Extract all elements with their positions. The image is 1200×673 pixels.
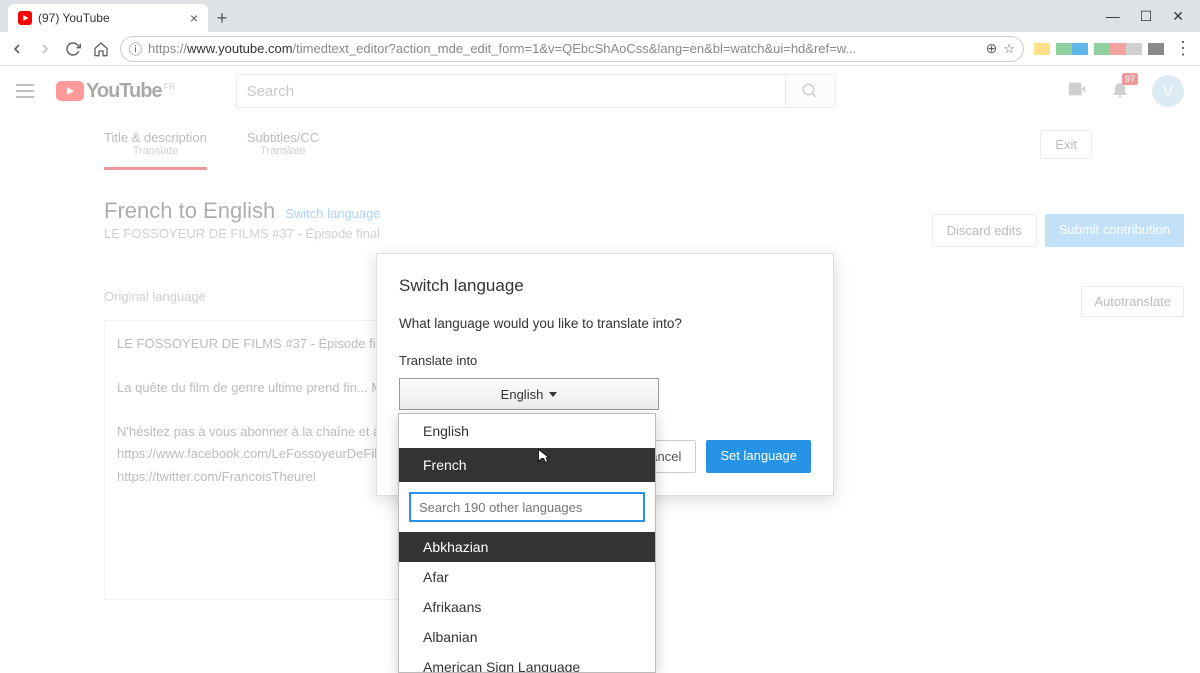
bookmark-star-icon[interactable]: ☆: [1003, 41, 1015, 57]
url-text: https://www.youtube.com/timedtext_editor…: [148, 41, 980, 56]
browser-tab[interactable]: (97) YouTube ×: [8, 4, 208, 32]
browser-tab-bar: (97) YouTube × + — ☐ ✕: [0, 0, 1200, 32]
tab-title: (97) YouTube: [38, 11, 184, 25]
caret-down-icon: [549, 392, 557, 397]
modal-title: Switch language: [399, 276, 811, 296]
minimize-icon[interactable]: —: [1106, 8, 1120, 24]
language-option[interactable]: American Sign Language: [399, 652, 655, 672]
language-list[interactable]: Abkhazian Afar Afrikaans Albanian Americ…: [399, 532, 655, 672]
translate-into-label: Translate into: [399, 353, 811, 368]
browser-menu-icon[interactable]: ⋮: [1174, 38, 1192, 59]
modal-prompt: What language would you like to translat…: [399, 316, 811, 331]
language-option-french[interactable]: French: [399, 448, 655, 482]
browser-toolbar: ⓘ https://www.youtube.com/timedtext_edit…: [0, 32, 1200, 66]
set-language-button[interactable]: Set language: [706, 440, 811, 473]
language-option-english[interactable]: English: [399, 414, 655, 448]
close-window-icon[interactable]: ✕: [1172, 8, 1184, 25]
extension-icons[interactable]: [1034, 43, 1164, 55]
back-icon[interactable]: [8, 40, 26, 58]
new-tab-button[interactable]: +: [208, 4, 236, 32]
language-search-input[interactable]: [409, 492, 645, 522]
site-info-icon[interactable]: ⓘ: [129, 39, 142, 58]
youtube-favicon-icon: [18, 11, 32, 25]
zoom-icon[interactable]: ⊕: [986, 40, 998, 57]
home-icon[interactable]: [92, 40, 110, 58]
address-bar[interactable]: ⓘ https://www.youtube.com/timedtext_edit…: [120, 36, 1024, 62]
forward-icon[interactable]: [36, 40, 54, 58]
maximize-icon[interactable]: ☐: [1140, 8, 1153, 25]
language-option[interactable]: Afrikaans: [399, 592, 655, 622]
reload-icon[interactable]: [64, 40, 82, 58]
language-option[interactable]: Afar: [399, 562, 655, 592]
window-controls: — ☐ ✕: [1090, 0, 1200, 32]
language-dropdown-panel: English French Abkhazian Afar Afrikaans …: [398, 413, 656, 673]
close-tab-icon[interactable]: ×: [190, 10, 198, 26]
language-option[interactable]: Albanian: [399, 622, 655, 652]
current-language: English: [501, 387, 544, 402]
language-option[interactable]: Abkhazian: [399, 532, 655, 562]
language-dropdown-button[interactable]: English: [399, 378, 659, 410]
